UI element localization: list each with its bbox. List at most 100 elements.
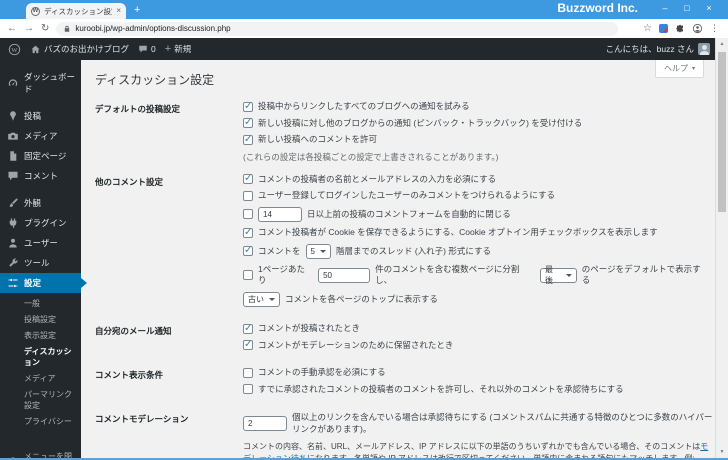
checkbox[interactable]: [243, 101, 253, 112]
user-icon: [7, 237, 19, 249]
option-label: 日以上前の投稿のコメントフォームを自動的に閉じる: [307, 208, 511, 219]
option-notify-blogs: 投稿中からリンクしたすべてのブログへの通知を試みる: [243, 101, 708, 112]
checkbox[interactable]: [243, 367, 253, 378]
option-label: 投稿中からリンクしたすべてのブログへの通知を試みる: [258, 101, 470, 111]
help-button[interactable]: ヘルプ ▾: [654, 60, 704, 78]
collapse-menu-button[interactable]: メニューを閉じる: [0, 447, 81, 458]
wp-admin-sidebar: ダッシュボード 投稿 メディア 固定ページ コメント 外観 プラグイン ユーザー…: [0, 60, 87, 458]
bookmark-star-icon[interactable]: ☆: [643, 23, 652, 34]
sidebar-item-dashboard[interactable]: ダッシュボード: [0, 67, 81, 99]
admin-bar-comments[interactable]: 0: [138, 44, 156, 54]
checkbox[interactable]: [243, 384, 253, 394]
section-email-me: 自分宛のメール通知 コメントが投稿されたとき コメントがモデレーションのために保…: [95, 323, 708, 356]
settings-page: ヘルプ ▾ ディスカッション設定 デフォルトの投稿設定 投稿中からリンクしたすべ…: [81, 60, 728, 458]
sidebar-item-label: 設定: [24, 278, 42, 288]
new-label: 新規: [174, 44, 192, 54]
option-label: ユーザー登録してログインしたユーザーのみコメントをつけられるようにする: [258, 190, 555, 200]
checkbox[interactable]: [243, 245, 253, 256]
sidebar-item-plugins[interactable]: プラグイン: [0, 213, 81, 233]
tab-close-icon[interactable]: ×: [116, 7, 121, 15]
address-bar[interactable]: kuroobi.jp/wp-admin/options-discussion.p…: [56, 21, 619, 36]
section-label: 他のコメント設定: [95, 176, 164, 187]
admin-bar-new[interactable]: + 新規: [165, 43, 191, 55]
section-comment-moderation: コメントモデレーション 個以上のリンクを含んでいる場合は承認待ちにする (コメン…: [95, 411, 712, 458]
option-allow-comments: 新しい投稿へのコメントを許可: [243, 134, 708, 145]
extensions-puzzle-icon[interactable]: [675, 24, 685, 34]
comment-order-select[interactable]: 古い: [243, 291, 280, 307]
admin-bar-account[interactable]: こんにちは、buzz さん: [606, 43, 710, 55]
submenu-item-privacy[interactable]: プライバシー: [0, 413, 81, 429]
option-label: コメントの投稿者の名前とメールアドレスの入力を必須にする: [258, 173, 497, 184]
checkbox[interactable]: [243, 134, 253, 145]
close-button[interactable]: ×: [698, 0, 720, 17]
sidebar-item-tools[interactable]: ツール: [0, 253, 81, 273]
reload-icon[interactable]: ↻: [41, 23, 49, 34]
browser-tab[interactable]: W ディスカッション設定 ‹ バズのお出かけ ×: [26, 3, 126, 19]
checkbox[interactable]: [243, 117, 253, 128]
checkbox[interactable]: [243, 173, 253, 184]
scrollbar-thumb[interactable]: [718, 52, 726, 212]
sidebar-item-label: ツール: [24, 258, 50, 268]
max-links-input[interactable]: [243, 415, 287, 431]
svg-text:W: W: [11, 46, 18, 53]
sidebar-item-users[interactable]: ユーザー: [0, 233, 81, 253]
checkbox[interactable]: [243, 270, 253, 280]
option-email-moderation: コメントがモデレーションのために保留されたとき: [243, 339, 708, 351]
sidebar-item-appearance[interactable]: 外観: [0, 193, 81, 213]
section-before-display: コメント表示条件 コメントの手動承認を必須にする すでに承認されたコメントの投稿…: [95, 367, 708, 400]
scroll-up-icon[interactable]: ▲: [716, 38, 728, 50]
submenu-item-permalinks[interactable]: パーマリンク設定: [0, 386, 81, 413]
extension-icon[interactable]: [659, 24, 668, 33]
checkbox[interactable]: [243, 323, 253, 334]
sidebar-item-comments[interactable]: コメント: [0, 166, 81, 186]
submenu-item-writing[interactable]: 投稿設定: [0, 311, 81, 327]
sidebar-item-settings[interactable]: 設定: [0, 273, 87, 293]
moderation-text: になります。各単語や IP アドレスは改行で区切ってください。単語内に含まれる語…: [243, 454, 695, 458]
section-label: コメント表示条件: [95, 370, 164, 380]
checkbox[interactable]: [243, 190, 253, 201]
option-allow-pingbacks: 新しい投稿に対し他のブログからの通知 (ピンバック・トラックバック) を受け付け…: [243, 117, 708, 129]
option-label: コメントを各ページのトップに表示する: [285, 293, 438, 304]
default-page-select[interactable]: 最後: [540, 265, 577, 285]
sidebar-item-media[interactable]: メディア: [0, 126, 81, 146]
help-label: ヘルプ: [663, 64, 688, 73]
checkbox[interactable]: [243, 209, 253, 219]
profile-icon[interactable]: [692, 23, 703, 34]
sidebar-item-pages[interactable]: 固定ページ: [0, 146, 81, 166]
option-label: すでに承認されたコメントの投稿者のコメントを許可し、それ以外のコメントを承認待ち…: [258, 383, 624, 394]
menu-dots-icon[interactable]: ⋮: [710, 23, 719, 34]
option-label: コメントがモデレーションのために保留されたとき: [258, 339, 454, 350]
moderation-text: コメントの内容、名前、URL、メールアドレス、IP アドレスに以下の単語のうちい…: [243, 442, 701, 451]
section-note: (これらの設定は各投稿ごとの設定で上書きされることがあります。): [243, 151, 499, 162]
checkbox[interactable]: [243, 339, 253, 350]
wordpress-logo-icon[interactable]: W: [8, 43, 21, 56]
admin-bar-site-link[interactable]: バズのお出かけブログ: [30, 43, 129, 55]
scroll-down-icon[interactable]: ▼: [716, 446, 728, 458]
option-label: コメントを: [258, 245, 301, 256]
page-title: ディスカッション設定: [95, 73, 215, 87]
submenu-item-general[interactable]: 一般: [0, 295, 81, 311]
submenu-item-media[interactable]: メディア: [0, 370, 81, 386]
sidebar-item-posts[interactable]: 投稿: [0, 106, 81, 126]
checkbox[interactable]: [243, 227, 253, 238]
comments-per-page-input[interactable]: [318, 267, 371, 283]
pin-icon: [7, 110, 19, 122]
forward-icon[interactable]: →: [24, 23, 34, 34]
option-label: 階層までのスレッド (入れ子) 形式にする: [335, 245, 491, 256]
sidebar-item-label: ダッシュボード: [24, 72, 76, 94]
option-label: 1ページあたり: [258, 264, 306, 285]
maximize-button[interactable]: □: [676, 0, 698, 17]
page-scrollbar[interactable]: ▲ ▼: [715, 38, 728, 458]
document-icon: [7, 150, 19, 162]
close-comments-days-input[interactable]: [258, 206, 302, 222]
new-tab-button[interactable]: +: [134, 3, 140, 17]
submenu-item-discussion[interactable]: ディスカッション: [0, 343, 81, 370]
option-label: コメントの手動承認を必須にする: [258, 367, 386, 377]
browser-titlebar: W ディスカッション設定 ‹ バズのお出かけ × + Buzzword Inc.…: [0, 0, 728, 19]
back-icon[interactable]: ←: [7, 23, 17, 34]
thread-depth-select[interactable]: 5: [305, 243, 331, 259]
section-label: コメントモデレーション: [95, 414, 189, 424]
submenu-item-reading[interactable]: 表示設定: [0, 327, 81, 343]
minimize-button[interactable]: –: [654, 0, 676, 17]
home-icon: [31, 45, 40, 53]
